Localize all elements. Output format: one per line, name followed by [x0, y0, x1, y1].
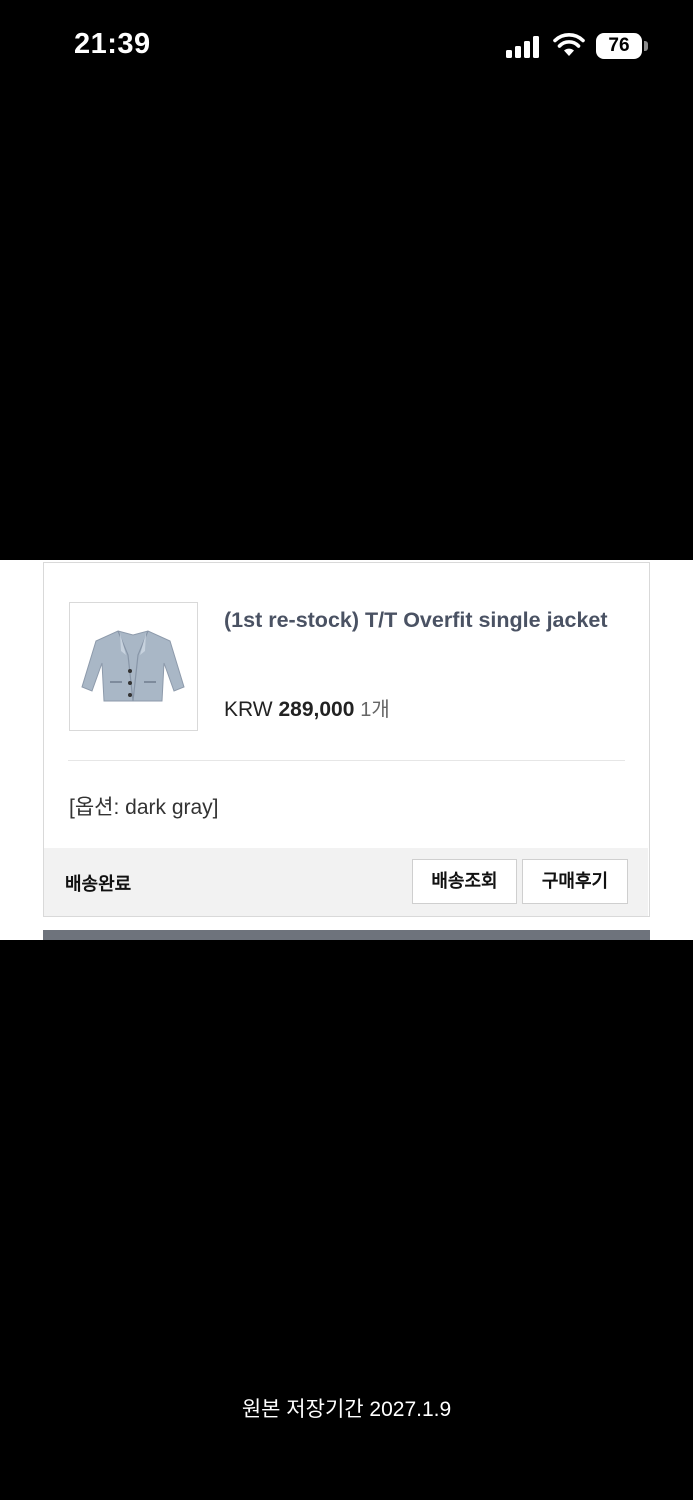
order-item-card: (1st re-stock) T/T Overfit single jacket… — [43, 562, 650, 917]
delivery-status: 배송완료 — [65, 874, 132, 894]
jacket-thumbnail — [81, 630, 185, 702]
price-line: KRW 289,000 1개 — [224, 693, 390, 722]
quantity: 1개 — [360, 699, 390, 721]
divider — [68, 760, 625, 761]
battery-icon: 76 — [596, 33, 648, 59]
track-delivery-button[interactable]: 배송조회 — [412, 859, 517, 904]
next-card-edge — [43, 930, 650, 940]
price-currency: KRW — [224, 698, 273, 721]
write-review-button[interactable]: 구매후기 — [522, 859, 628, 904]
signal-icon — [506, 36, 544, 58]
wifi-icon — [553, 33, 585, 56]
retention-caption: 원본 저장기간 2027.1.9 — [241, 1398, 452, 1421]
battery-level: 76 — [608, 35, 630, 56]
product-thumbnail[interactable] — [69, 602, 198, 731]
price-amount: 289,000 — [278, 698, 355, 721]
status-bar: 21:39 76 — [0, 0, 693, 92]
status-time: 21:39 — [74, 28, 151, 60]
order-history-section: (1st re-stock) T/T Overfit single jacket… — [0, 560, 693, 940]
option-text: [옵션: dark gray] — [69, 796, 219, 819]
card-footer: 배송완료 배송조회 구매후기 — [44, 848, 648, 916]
product-name-link[interactable]: (1st re-stock) T/T Overfit single jacket — [224, 603, 624, 638]
